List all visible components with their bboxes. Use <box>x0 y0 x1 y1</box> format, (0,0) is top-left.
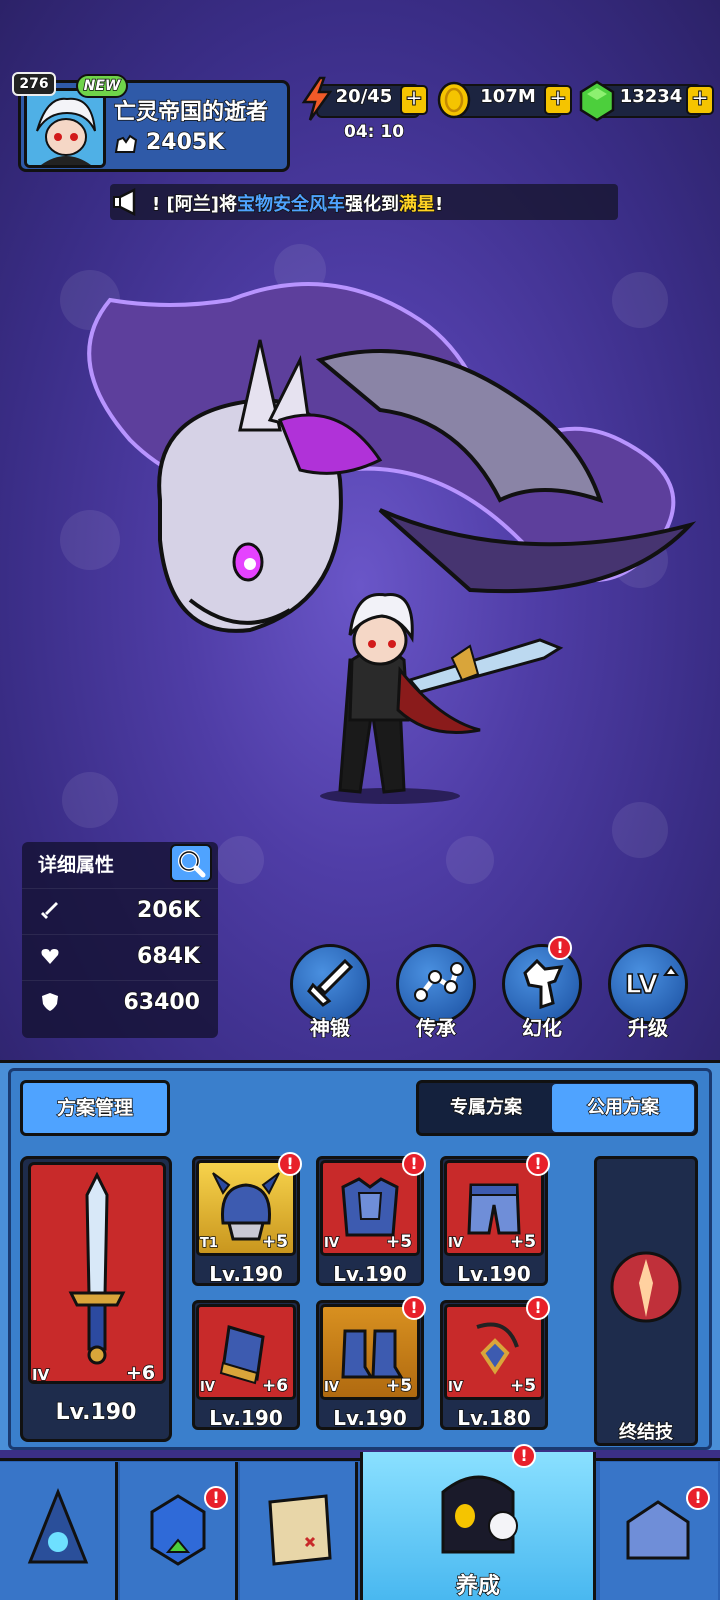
helmet-alert: ! <box>278 1152 302 1176</box>
stats-search-button[interactable] <box>170 844 212 882</box>
chest-tier: IV <box>323 1235 339 1252</box>
inherit-label: 传承 <box>415 1015 457 1041</box>
boots-alert: ! <box>402 1296 426 1320</box>
add-stamina-button[interactable]: + <box>400 85 428 115</box>
hero-scene <box>87 282 697 804</box>
hp-value: 684K <box>136 943 200 970</box>
tab-public-plan[interactable]: 公用方案 <box>552 1084 694 1132</box>
bracer-tier: IV <box>199 1379 215 1396</box>
forge-label: 神锻 <box>309 1015 351 1041</box>
stats-title: 详细属性 <box>38 854 115 876</box>
green-gem-icon <box>579 80 615 122</box>
legs-alert: ! <box>526 1152 550 1176</box>
player-level-badge: 276 <box>12 72 56 96</box>
broadcast-verb: 将 <box>218 193 238 216</box>
boots-plus: +5 <box>385 1375 413 1397</box>
finisher-label: 终结技 <box>618 1421 674 1444</box>
svg-text:LV: LV <box>625 970 658 1000</box>
nodes-icon <box>414 962 464 1002</box>
player-name: 亡灵帝国的逝者 <box>113 99 269 126</box>
chest-plus: +5 <box>385 1231 413 1253</box>
weapon-tier: IV <box>31 1365 50 1385</box>
add-gem-button[interactable]: + <box>686 85 714 115</box>
search-icon <box>178 850 206 878</box>
bracer-plus: +6 <box>261 1375 289 1397</box>
player-avatar[interactable] <box>24 88 106 168</box>
transform-label: 幻化 <box>521 1015 563 1041</box>
nav-cultivate-label: 养成 <box>455 1573 501 1600</box>
broadcast-prefix: ! <box>151 193 161 216</box>
power-fist-icon <box>114 134 138 153</box>
nav-upgrade[interactable] <box>120 1462 238 1600</box>
levelup-label: 升级 <box>627 1015 669 1041</box>
transform-alert: ! <box>548 936 572 960</box>
legs-tier: IV <box>447 1235 463 1252</box>
legs-level: Lv.190 <box>457 1261 532 1287</box>
add-gold-button[interactable]: + <box>544 85 572 115</box>
upgrade-crystal-icon <box>150 1494 206 1566</box>
sword-icon <box>307 958 354 1007</box>
treasure-map-icon <box>268 1494 332 1566</box>
defense-value: 63400 <box>123 989 201 1016</box>
dragon-icon <box>523 958 564 1010</box>
attack-value: 206K <box>136 897 200 924</box>
broadcast-text: ! [阿兰]将宝物安全风车强化到满星! <box>151 190 444 216</box>
boots-level: Lv.190 <box>333 1405 408 1431</box>
legs-plus: +5 <box>509 1231 537 1253</box>
amulet-level: Lv.180 <box>457 1405 532 1431</box>
shadow-dragon-illustration <box>87 282 697 633</box>
broadcast-suffix: ! <box>434 193 444 216</box>
weapon-plus: +6 <box>125 1361 156 1385</box>
lightning-icon <box>301 76 333 121</box>
nav-shop-alert: ! <box>686 1486 710 1510</box>
weapon-sword-icon <box>68 1171 126 1365</box>
plan-manage-button[interactable]: 方案管理 <box>20 1080 170 1136</box>
broadcast-result: 满星 <box>398 193 436 216</box>
hero-companions-icon <box>441 1475 518 1554</box>
megaphone-icon <box>113 187 136 217</box>
amulet-alert: ! <box>526 1296 550 1320</box>
crystal-realm-icon <box>27 1487 89 1564</box>
weapon-level: Lv.190 <box>55 1399 137 1426</box>
levelup-icon: LV <box>624 965 679 1001</box>
weapon-card[interactable] <box>28 1162 166 1384</box>
tab-exclusive-plan[interactable]: 专属方案 <box>420 1084 552 1132</box>
broadcast-verb2: 强化到 <box>344 193 400 216</box>
broadcast-item: 宝物安全风车 <box>236 193 346 216</box>
helmet-level: Lv.190 <box>209 1261 284 1287</box>
broadcast-player: [阿兰] <box>166 193 220 216</box>
boots-tier: IV <box>323 1379 339 1396</box>
nav-map[interactable] <box>240 1462 358 1600</box>
player-power: 2405K <box>145 129 225 156</box>
finisher-skill-slot[interactable] <box>594 1156 698 1446</box>
hero-character <box>320 593 564 804</box>
chest-alert: ! <box>402 1152 426 1176</box>
helmet-plus: +5 <box>261 1231 289 1253</box>
nav-realm[interactable] <box>0 1462 118 1600</box>
helmet-tier: T1 <box>199 1235 218 1252</box>
nav-cultivate-alert: ! <box>512 1444 536 1468</box>
chest-level: Lv.190 <box>333 1261 408 1287</box>
nav-shop[interactable] <box>600 1462 718 1600</box>
stamina-value: 20/45 <box>335 85 393 108</box>
finisher-skill-icon <box>610 1251 682 1323</box>
gem-value: 13234 <box>619 85 683 108</box>
amulet-plus: +5 <box>509 1375 537 1397</box>
bracer-level: Lv.190 <box>209 1405 284 1431</box>
stamina-timer: 04: 10 <box>343 121 405 143</box>
gold-value: 107M <box>480 85 537 108</box>
gold-coin-icon <box>437 81 471 119</box>
amulet-tier: IV <box>447 1379 463 1396</box>
shop-chest-icon <box>626 1500 690 1560</box>
nav-upgrade-alert: ! <box>204 1486 228 1510</box>
